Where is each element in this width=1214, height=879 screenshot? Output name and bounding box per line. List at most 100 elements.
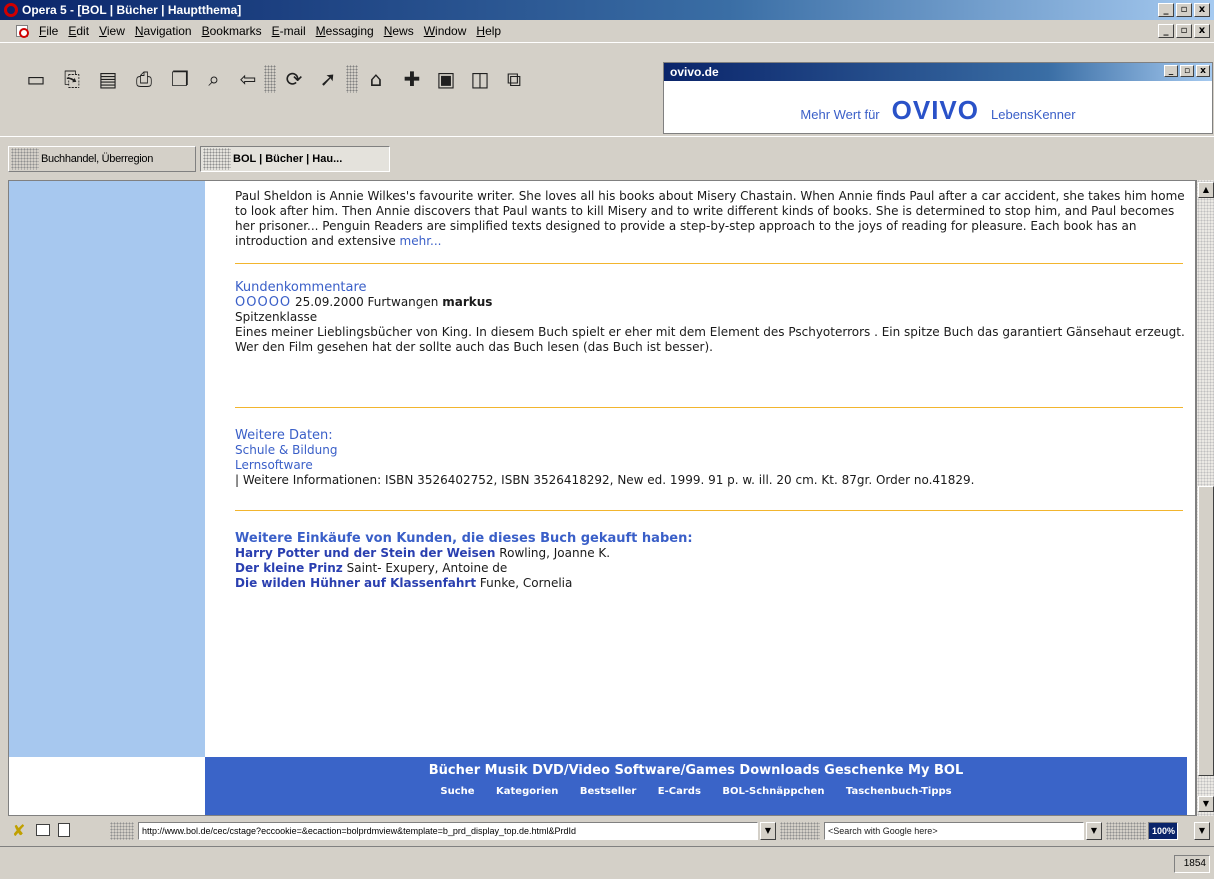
status-bar: 1854 [0,846,1214,879]
ad-close-button[interactable]: x [1196,65,1210,77]
comments-title: Kundenkommentare [235,280,367,295]
tab-label: BOL | Bücher | Hau... [233,153,343,165]
minimize-button[interactable]: _ [1158,3,1174,17]
close-button[interactable]: x [1194,3,1210,17]
cascade-windows-icon[interactable]: ⧉ [500,65,528,93]
hotlist-icon[interactable]: ✚ [398,65,426,93]
menu-file[interactable]: File [34,24,63,38]
rating-circles: OOOOO [235,295,292,310]
category-link-lernsoftware[interactable]: Lernsoftware [235,458,313,472]
footer-link-suche[interactable]: Suche [440,786,474,797]
divider [235,263,1183,264]
scroll-up-icon[interactable]: ▲ [1198,182,1214,198]
mdi-minimize-button[interactable]: _ [1158,24,1174,38]
toolbar-grip [110,822,134,840]
toolbar-separator [264,65,276,93]
opera-logo-icon [4,3,18,17]
ovivo-logo[interactable]: OVIVO [892,95,979,126]
document-icon[interactable] [16,25,29,38]
comment-author: markus [442,295,493,309]
maximize-button[interactable]: ▫ [1176,3,1192,17]
book-link[interactable]: Harry Potter und der Stein der Weisen [235,546,495,560]
mdi-close-button[interactable]: x [1194,24,1210,38]
tab-grip-icon [11,148,39,170]
print-preview-icon[interactable]: ⌕ [200,65,228,93]
url-dropdown-icon[interactable]: ▼ [760,822,776,840]
more-info-text: | Weitere Informationen: ISBN 3526402752… [235,473,975,487]
footer-link-kategorien[interactable]: Kategorien [496,786,558,797]
menu-view[interactable]: View [94,24,130,38]
menu-email[interactable]: E-mail [267,24,311,38]
vertical-scrollbar[interactable]: ▲ ▼ [1196,180,1214,816]
page-viewport: Paul Sheldon is Annie Wilkes's favourite… [8,180,1196,816]
category-link-schule[interactable]: Schule & Bildung [235,443,337,457]
ad-panel-title: ovivo.de [670,65,719,79]
page-icon[interactable] [58,823,70,837]
new-window-icon[interactable]: ▭ [22,65,50,93]
window-icon[interactable] [36,824,50,836]
ad-tagline-left: Mehr Wert für [800,107,880,122]
reload-icon[interactable]: ⟳ [280,65,308,93]
ad-maximize-button[interactable]: ▫ [1180,65,1194,77]
comment-date-place: 25.09.2000 Furtwangen [295,295,439,309]
book-description: Paul Sheldon is Annie Wilkes's favourite… [235,189,1185,249]
open-file-icon[interactable]: ⎘ [58,65,86,93]
tab-buchhandel[interactable]: Buchhandel, Überregion [8,146,196,172]
menu-navigation[interactable]: Navigation [130,24,197,38]
menu-window[interactable]: Window [419,24,472,38]
status-counter: 1854 [1174,855,1210,873]
left-sidebar [9,181,205,757]
search-dropdown-icon[interactable]: ▼ [1086,822,1102,840]
save-icon[interactable]: ▤ [94,65,122,93]
toolbar-grip [780,822,820,840]
divider [235,510,1183,511]
ad-panel[interactable]: ovivo.de _ ▫ x Mehr Wert für OVIVO Leben… [663,62,1213,134]
tile-windows-icon[interactable]: ◫ [466,65,494,93]
ad-tagline-right: LebensKenner [991,107,1076,122]
ad-minimize-button[interactable]: _ [1164,65,1178,77]
menu-bar: File Edit View Navigation Bookmarks E-ma… [0,20,1214,42]
tab-grip-icon [203,148,231,170]
more-data-title: Weitere Daten: [235,428,333,443]
print-icon[interactable]: ⎙ [130,65,158,93]
tab-bol-buecher[interactable]: BOL | Bücher | Hau... [200,146,390,172]
footer-link-taschenbuch[interactable]: Taschenbuch-Tipps [846,786,952,797]
menu-news[interactable]: News [379,24,419,38]
footer-sub-nav: Suche Kategorien Bestseller E-Cards BOL-… [205,786,1187,797]
back-icon[interactable]: ⇦ [234,65,262,93]
menu-help[interactable]: Help [471,24,506,38]
forward-icon[interactable]: ➚ [314,65,342,93]
list-item: Die wilden Hühner auf Klassenfahrt Funke… [235,576,1185,591]
home-icon[interactable]: ⌂ [362,65,390,93]
mdi-restore-button[interactable]: ▫ [1176,24,1192,38]
footer-link-ecards[interactable]: E-Cards [658,786,701,797]
toolbar-grip [1106,822,1146,840]
zoom-field[interactable]: 100% [1148,822,1178,840]
scroll-down-icon[interactable]: ▼ [1198,796,1214,812]
copy-icon[interactable]: ❐ [166,65,194,93]
scroll-thumb[interactable] [1198,486,1214,776]
toolbar-separator [346,65,358,93]
search-input[interactable]: <Search with Google here> [824,822,1084,840]
also-bought-section: Weitere Einkäufe von Kunden, die dieses … [235,531,1185,591]
zoom-dropdown-icon[interactable]: ▼ [1194,822,1210,840]
more-link[interactable]: mehr... [400,234,442,248]
menu-messaging[interactable]: Messaging [311,24,379,38]
more-data-section: Weitere Daten: Schule & Bildung Lernsoft… [235,428,1185,488]
book-link[interactable]: Die wilden Hühner auf Klassenfahrt [235,576,476,590]
site-footer-nav: Bücher Musik DVD/Video Software/Games Do… [205,757,1187,815]
tab-label: Buchhandel, Überregion [41,153,154,165]
url-input[interactable]: http://www.bol.de/cec/cstage?eccookie=&e… [138,822,758,840]
title-bar: Opera 5 - [BOL | Bücher | Hauptthema] _ … [0,0,1214,20]
window-tab-bar: Buchhandel, Überregion BOL | Bücher | Ha… [0,136,1214,178]
wand-icon[interactable]: ✘ [12,821,25,840]
address-toolbar: ✘ http://www.bol.de/cec/cstage?eccookie=… [0,818,1214,844]
footer-link-schnaeppchen[interactable]: BOL-Schnäppchen [722,786,824,797]
images-icon[interactable]: ▣ [432,65,460,93]
menu-bookmarks[interactable]: Bookmarks [197,24,267,38]
footer-main-nav[interactable]: Bücher Musik DVD/Video Software/Games Do… [205,763,1187,778]
divider [235,407,1183,408]
menu-edit[interactable]: Edit [63,24,94,38]
footer-link-bestseller[interactable]: Bestseller [580,786,636,797]
book-link[interactable]: Der kleine Prinz [235,561,343,575]
